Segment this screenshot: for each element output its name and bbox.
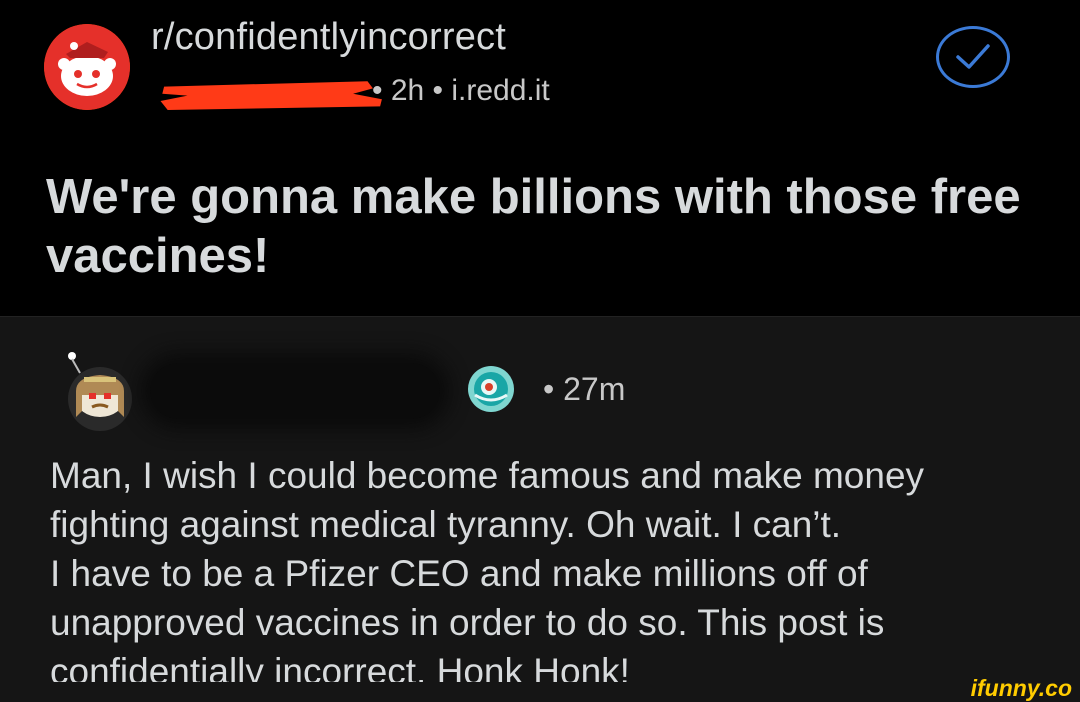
- post-title[interactable]: We're gonna make billions with those fre…: [46, 168, 1046, 286]
- subreddit-name[interactable]: r/confidentlyincorrect: [151, 16, 506, 59]
- redaction-mark: [160, 81, 382, 110]
- watermark: ifunny.co: [970, 675, 1072, 701]
- checkmark-icon: [956, 44, 990, 69]
- snoo-icon: [44, 24, 130, 110]
- comment-time: • 27m: [543, 371, 626, 407]
- subreddit-avatar[interactable]: [44, 24, 130, 110]
- redacted-username: [150, 363, 440, 419]
- snoo-avatar-icon: [68, 352, 132, 431]
- verified-button[interactable]: [936, 26, 1010, 88]
- post-meta-text: • 2h • i.redd.it: [372, 74, 550, 107]
- comment: • 27m Man, I wish I could become famous …: [0, 316, 1080, 692]
- user-avatar[interactable]: [62, 351, 132, 431]
- award-icon[interactable]: [467, 365, 515, 413]
- comment-body: Man, I wish I could become famous and ma…: [50, 455, 925, 692]
- bottom-strip: [0, 682, 1080, 702]
- post-header: r/confidentlyincorrect • 2h • i.redd.it …: [0, 0, 1080, 316]
- award-badge-icon: [468, 366, 514, 412]
